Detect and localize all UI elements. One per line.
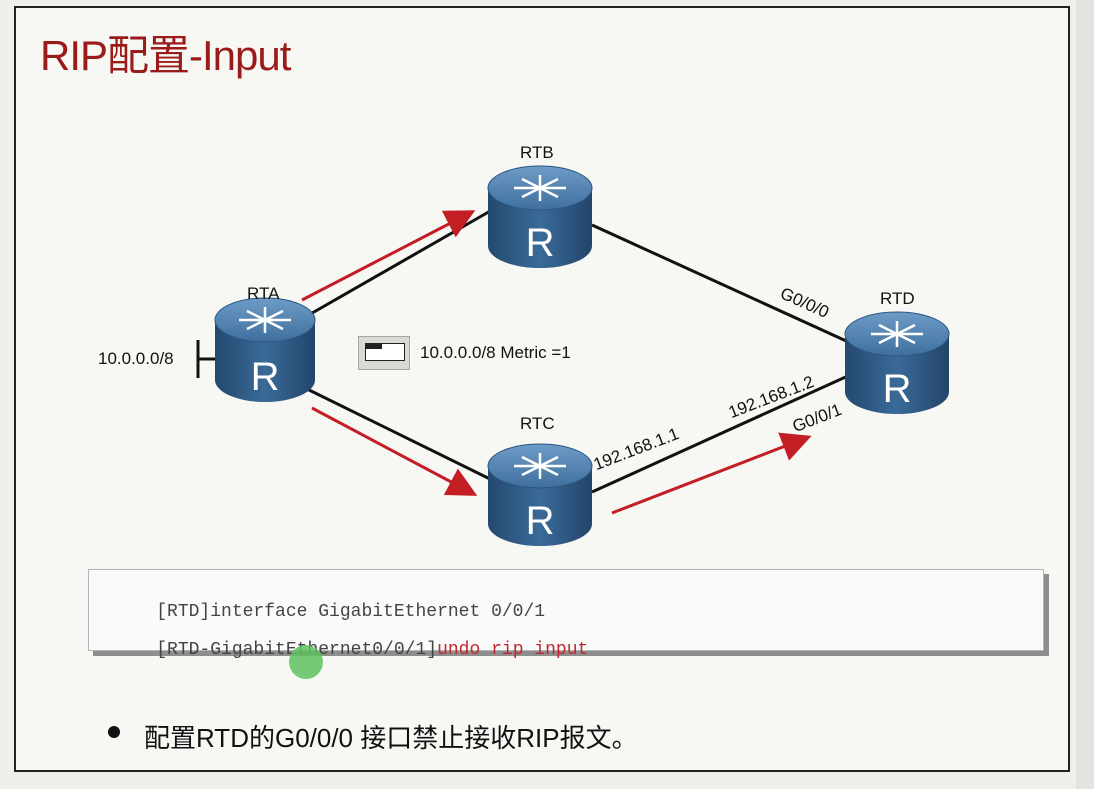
router-label-rtd: RTD bbox=[880, 289, 915, 308]
router-label-rta: RTA bbox=[247, 284, 280, 303]
command-line-2: [RTD-GigabitEthernet0/0/1]undo rip input bbox=[113, 620, 588, 680]
router-rtc: R bbox=[487, 443, 593, 546]
router-rtd: R bbox=[844, 311, 950, 414]
link-rta-rtb bbox=[299, 208, 493, 322]
bullet-text: 配置RTD的G0/0/0 接口禁止接收RIP报文。 bbox=[144, 723, 638, 753]
router-label-rtb: RTB bbox=[520, 143, 554, 162]
router-rta: R bbox=[214, 297, 316, 402]
command-box: [RTD]interface GigabitEthernet 0/0/1 [RT… bbox=[88, 569, 1044, 660]
update-arrow-rta-rtb bbox=[301, 210, 476, 302]
legend-label: 10.0.0.0/8 Metric =1 bbox=[420, 343, 571, 362]
router-glyph: R bbox=[526, 221, 555, 265]
network-label: 10.0.0.0/8 bbox=[98, 349, 174, 368]
bullet-icon bbox=[108, 726, 120, 738]
command-text: [RTD]interface GigabitEthernet 0/0/1 bbox=[156, 602, 546, 622]
routing-update-icon bbox=[358, 336, 410, 370]
command-highlight: undo rip input bbox=[437, 640, 589, 660]
link-rtb-rtd bbox=[591, 223, 856, 347]
router-glyph: R bbox=[251, 355, 280, 399]
update-arrow-rta-rtc bbox=[311, 406, 478, 496]
link-rta-rtc bbox=[304, 386, 493, 482]
router-glyph: R bbox=[526, 499, 555, 543]
pointer-highlight bbox=[289, 645, 323, 679]
router-rtb: R bbox=[487, 165, 593, 268]
router-glyph: R bbox=[883, 367, 912, 411]
router-label-rtc: RTC bbox=[520, 414, 555, 433]
